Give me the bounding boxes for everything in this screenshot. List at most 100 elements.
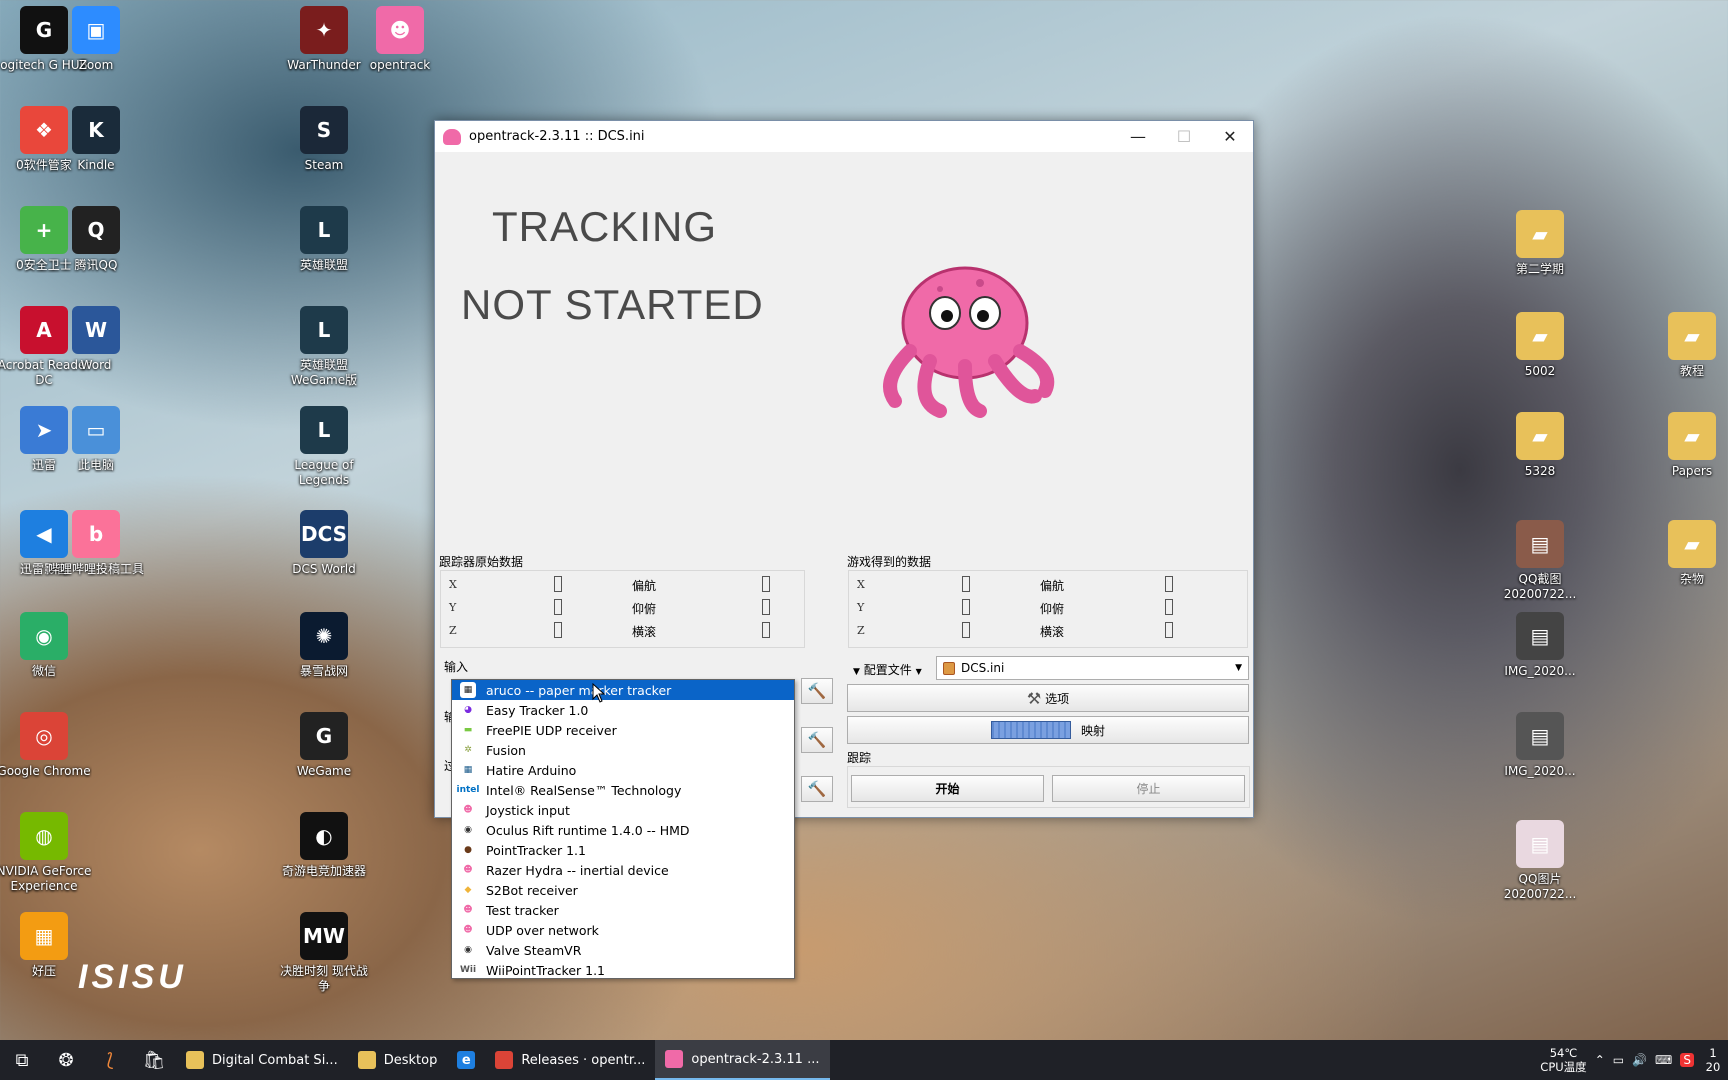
desktop-icon[interactable]: L 英雄联盟 <box>276 206 372 273</box>
clock[interactable]: 1 20 <box>1702 1046 1724 1074</box>
tracker-dropdown-list[interactable]: ▦ aruco -- paper marker tracker ◕ Easy Trac… <box>451 679 795 979</box>
app-icon: ▰ <box>1516 412 1564 460</box>
tracker-option[interactable]: ☻ Test tracker <box>452 900 794 920</box>
taskbar-app-label: Digital Combat Si... <box>212 1052 338 1068</box>
options-button[interactable]: ⚒ 选项 <box>847 684 1249 712</box>
desktop-icon-label: 此电脑 <box>77 458 114 472</box>
tracker-option-icon: ▬ <box>463 725 473 735</box>
start-button[interactable]: 开始 <box>851 775 1044 802</box>
taskbar-app[interactable]: Releases · opentr... <box>485 1040 655 1080</box>
raw-row-y: Y 仰俯 <box>441 597 804 619</box>
app-icon: ✦ <box>300 6 348 54</box>
desktop-icon[interactable]: ▤ QQ图片 20200722... <box>1492 820 1588 902</box>
window-titlebar[interactable]: opentrack-2.3.11 :: DCS.ini — ☐ ✕ <box>435 121 1253 152</box>
desktop-icon[interactable]: ▰ 5328 <box>1492 412 1588 479</box>
desktop-icon-label: QQ截图 20200722... <box>1503 572 1577 601</box>
store-icon[interactable]: 🛍 <box>132 1040 176 1080</box>
desktop-icon[interactable]: ▤ IMG_2020... <box>1492 712 1588 779</box>
tracker-option[interactable]: Wii WiiPointTracker 1.1 <box>452 960 794 980</box>
desktop-icon[interactable]: ▰ 5002 <box>1492 312 1588 379</box>
chevron-up-icon[interactable]: ⌃ <box>1595 1053 1605 1067</box>
desktop-icon-label: QQ图片 20200722... <box>1503 872 1577 901</box>
tracker-option[interactable]: ☻ Razer Hydra -- inertial device <box>452 860 794 880</box>
profile-menu-button[interactable]: ▼ 配置文件 ▼ <box>853 661 922 678</box>
tracker-option[interactable]: ▦ Hatire Arduino <box>452 760 794 780</box>
taskbar-app[interactable]: Digital Combat Si... <box>176 1040 348 1080</box>
output-settings-hammer-icon[interactable]: 🔨 <box>801 727 833 753</box>
desktop-icon[interactable]: ▤ QQ截图 20200722... <box>1492 520 1588 602</box>
desktop-icon[interactable]: ◐ 奇游电竞加速器 <box>276 812 372 879</box>
tracker-option[interactable]: ▬ FreePIE UDP receiver <box>452 720 794 740</box>
app-bracket-icon[interactable]: ⟅ <box>88 1040 132 1080</box>
tracker-option[interactable]: ✲ Fusion <box>452 740 794 760</box>
tracker-option[interactable]: ▦ aruco -- paper marker tracker <box>452 680 794 700</box>
tracker-option[interactable]: ● PointTracker 1.1 <box>452 840 794 860</box>
game-data-title: 游戏得到的数据 <box>847 555 932 569</box>
raw-x-value <box>554 576 562 592</box>
desktop-icon-label: 腾讯QQ <box>74 258 118 272</box>
desktop-icon[interactable]: ▭ 此电脑 <box>48 406 144 473</box>
tracker-option[interactable]: ☻ Joystick input <box>452 800 794 820</box>
minimize-button[interactable]: — <box>1115 121 1161 152</box>
profile-label: 配置文件 <box>863 663 912 677</box>
tracker-option-label: WiiPointTracker 1.1 <box>486 962 606 978</box>
desktop-icon[interactable]: L League of Legends <box>276 406 372 488</box>
taskbar-app[interactable]: opentrack-2.3.11 ... <box>655 1040 830 1080</box>
tracker-option[interactable]: ◆ S2Bot receiver <box>452 880 794 900</box>
tracker-option[interactable]: ◉ Oculus Rift runtime 1.4.0 -- HMD <box>452 820 794 840</box>
desktop-icon[interactable]: ◍ NVIDIA GeForce Experience <box>0 812 92 894</box>
desktop-icon[interactable]: ▰ 第二学期 <box>1492 210 1588 277</box>
keyboard-icon[interactable]: ⌨ <box>1655 1053 1672 1067</box>
antivirus-icon[interactable]: S <box>1680 1053 1694 1067</box>
tracker-option[interactable]: ◉ Valve SteamVR <box>452 940 794 960</box>
desktop-icon[interactable]: G WeGame <box>276 712 372 779</box>
desktop-icon[interactable]: ▰ 杂物 <box>1644 520 1728 587</box>
desktop-icon[interactable]: ▤ IMG_2020... <box>1492 612 1588 679</box>
desktop-icon[interactable]: MW 决胜时刻 现代战争 <box>276 912 372 994</box>
desktop-icon[interactable]: ✺ 暴雪战网 <box>276 612 372 679</box>
desktop-icon[interactable]: ▰ 教程 <box>1644 312 1728 379</box>
tracker-option-icon: ● <box>464 845 472 855</box>
network-icon[interactable]: ▭ <box>1613 1053 1624 1067</box>
tracker-option-label: Razer Hydra -- inertial device <box>486 862 669 878</box>
filter-settings-hammer-icon[interactable]: 🔨 <box>801 776 833 802</box>
input-settings-hammer-icon[interactable]: 🔨 <box>801 678 833 704</box>
desktop-icon[interactable]: ◉ 微信 <box>0 612 92 679</box>
desktop-icon[interactable]: b 哔哩哔哩投稿工具 <box>48 510 144 577</box>
desktop-icon[interactable]: DCS DCS World <box>276 510 372 577</box>
desktop-icon-label: WeGame <box>296 764 352 778</box>
tracker-option-label: UDP over network <box>486 922 599 938</box>
tracker-option[interactable]: intel Intel® RealSense™ Technology <box>452 780 794 800</box>
tracker-option-label: Easy Tracker 1.0 <box>486 702 589 718</box>
desktop-icon[interactable]: Q 腾讯QQ <box>48 206 144 273</box>
desktop-icon[interactable]: ▣ Zoom <box>48 6 144 73</box>
task-view-icon[interactable]: ⧉ <box>0 1040 44 1080</box>
desktop-icon[interactable]: ▰ Papers <box>1644 412 1728 479</box>
raw-row-z: Z 横滚 <box>441 620 804 642</box>
taskbar-app-label: Desktop <box>383 1052 438 1068</box>
desktop-icon[interactable]: ◎ Google Chrome <box>0 712 92 779</box>
tracker-option-label: FreePIE UDP receiver <box>486 722 617 738</box>
stop-button[interactable]: 停止 <box>1052 775 1245 802</box>
game-row-x: X 偏航 <box>849 574 1247 596</box>
desktop-icon[interactable]: S Steam <box>276 106 372 173</box>
maximize-button[interactable]: ☐ <box>1161 121 1207 152</box>
close-button[interactable]: ✕ <box>1207 121 1253 152</box>
tracker-option[interactable]: ◕ Easy Tracker 1.0 <box>452 700 794 720</box>
profile-select[interactable]: DCS.ini ▼ <box>936 656 1249 680</box>
tracker-option-label: Intel® RealSense™ Technology <box>486 782 682 798</box>
cpu-temperature[interactable]: 54℃ CPU温度 <box>1540 1046 1586 1074</box>
app-swirl-icon[interactable]: ❂ <box>44 1040 88 1080</box>
desktop-icon[interactable]: ☻ opentrack <box>352 6 448 73</box>
mapping-button[interactable]: 映射 <box>847 716 1249 744</box>
desktop-icon-label: 杂物 <box>1679 572 1704 586</box>
desktop-icon[interactable]: W Word <box>48 306 144 373</box>
tracker-option[interactable]: ☻ UDP over network <box>452 920 794 940</box>
taskbar-app[interactable]: Desktop <box>348 1040 448 1080</box>
system-tray: 54℃ CPU温度 ⌃ ▭ 🔊 ⌨ S 1 20 <box>1540 1046 1728 1074</box>
desktop-icon[interactable]: L 英雄联盟 WeGame版 <box>276 306 372 388</box>
desktop-icon-label: IMG_2020... <box>1504 664 1576 678</box>
volume-icon[interactable]: 🔊 <box>1632 1053 1647 1067</box>
taskbar-app[interactable]: e <box>447 1040 485 1080</box>
desktop-icon[interactable]: K Kindle <box>48 106 144 173</box>
